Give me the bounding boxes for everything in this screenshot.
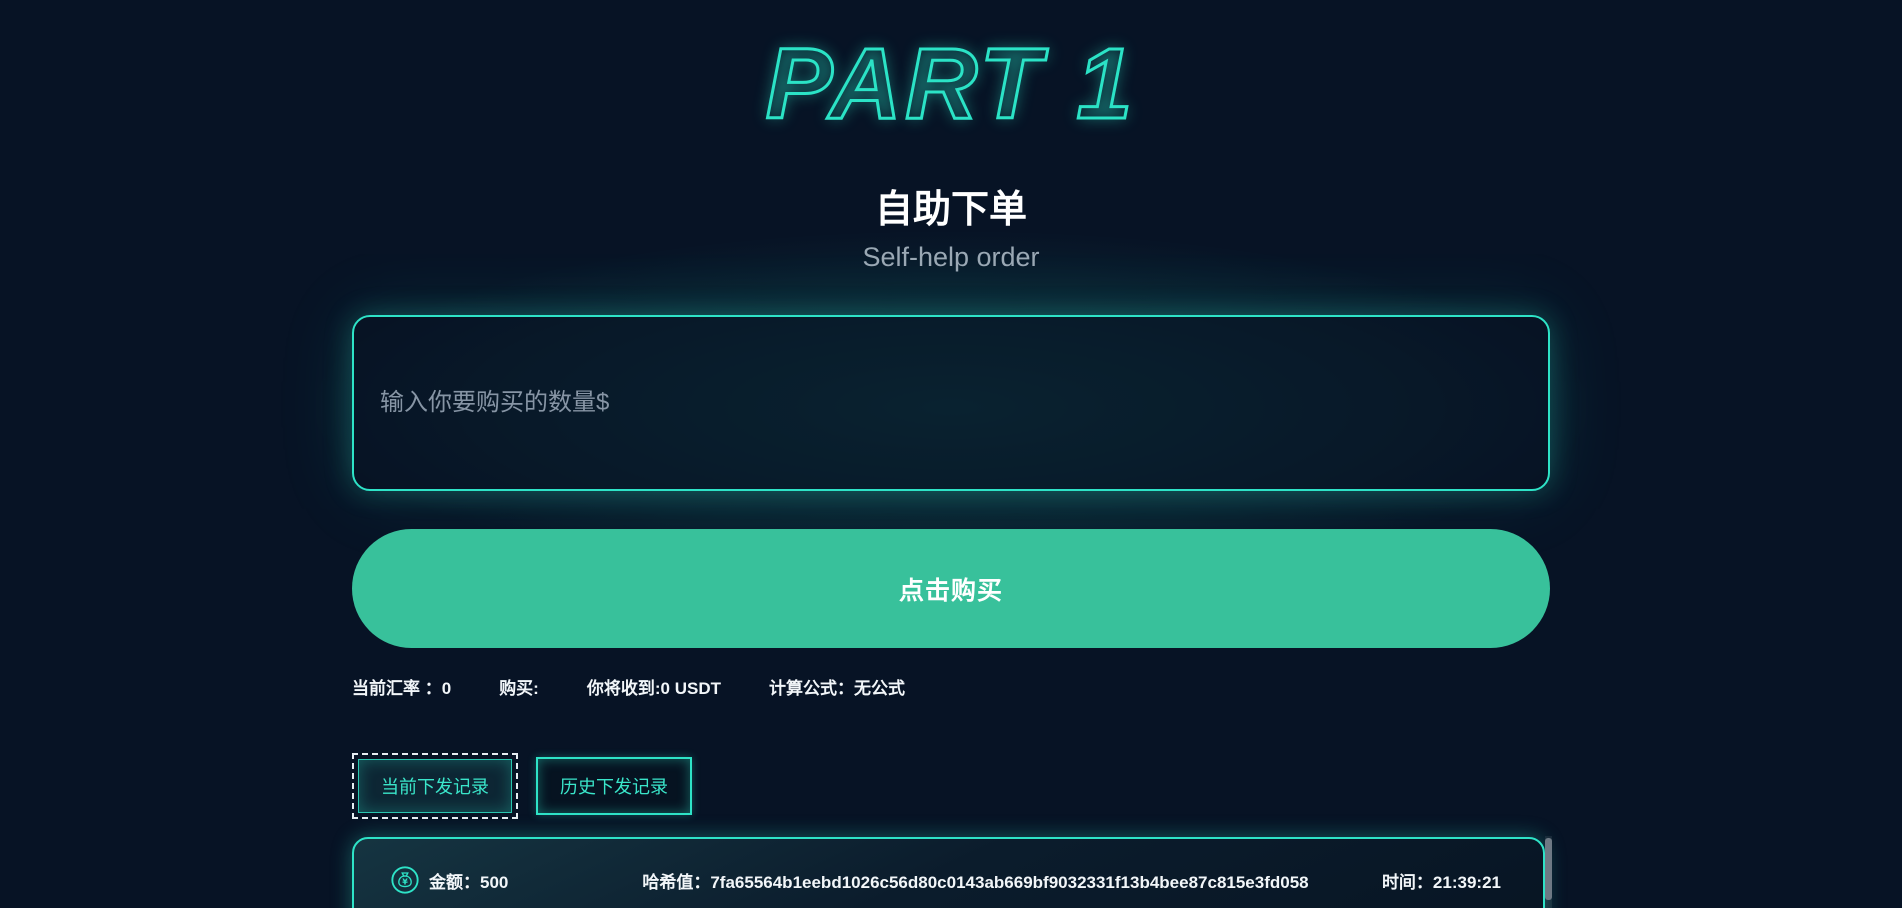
current-rate-label: 当前汇率 ：0 [352, 674, 451, 699]
records-scrollbar[interactable] [1545, 836, 1552, 908]
page-subtitle: Self-help order [352, 242, 1550, 273]
record-hash-text: 哈希值：7fa65564b1eebd1026c56d80c0143ab669bf… [600, 868, 1351, 893]
tab-history-records[interactable]: 历史下发记录 [536, 757, 692, 815]
tab-history-records-label: 历史下发记录 [538, 759, 690, 813]
money-bag-icon: ¥ [390, 865, 420, 895]
record-amount-text: 金额：500 [429, 868, 508, 893]
record-card: ¥ 金额：500 哈希值：7fa65564b1eebd1026c56d80c01… [352, 837, 1545, 908]
formula-label: 计算公式：无公式 [769, 674, 905, 699]
receive-amount-label: 你将收到:0 USDT [587, 674, 721, 699]
records-scrollbar-thumb[interactable] [1545, 838, 1552, 900]
part-title: PART 1 [352, 34, 1550, 134]
purchase-amount-input[interactable] [352, 315, 1550, 491]
buy-button[interactable]: 点击购买 [352, 529, 1550, 648]
page-title: 自助下单 [352, 178, 1550, 233]
record-tabs: 当前下发记录 历史下发记录 [352, 753, 1550, 819]
self-help-order-page: PART 1 自助下单 Self-help order 点击购买 当前汇率 ：0… [0, 0, 1902, 908]
records-list: ¥ 金额：500 哈希值：7fa65564b1eebd1026c56d80c01… [352, 837, 1550, 908]
record-amount-group: ¥ 金额：500 [390, 865, 600, 895]
tab-current-records[interactable]: 当前下发记录 [352, 753, 518, 819]
record-time-text: 时间：21:39:21 [1351, 868, 1501, 893]
svg-text:¥: ¥ [402, 877, 408, 886]
tab-current-records-label: 当前下发记录 [358, 759, 512, 813]
record-row: ¥ 金额：500 哈希值：7fa65564b1eebd1026c56d80c01… [354, 839, 1543, 895]
exchange-stats-row: 当前汇率 ：0 购买: 你将收到:0 USDT 计算公式：无公式 [352, 674, 1550, 699]
buy-label: 购买: [499, 674, 539, 699]
